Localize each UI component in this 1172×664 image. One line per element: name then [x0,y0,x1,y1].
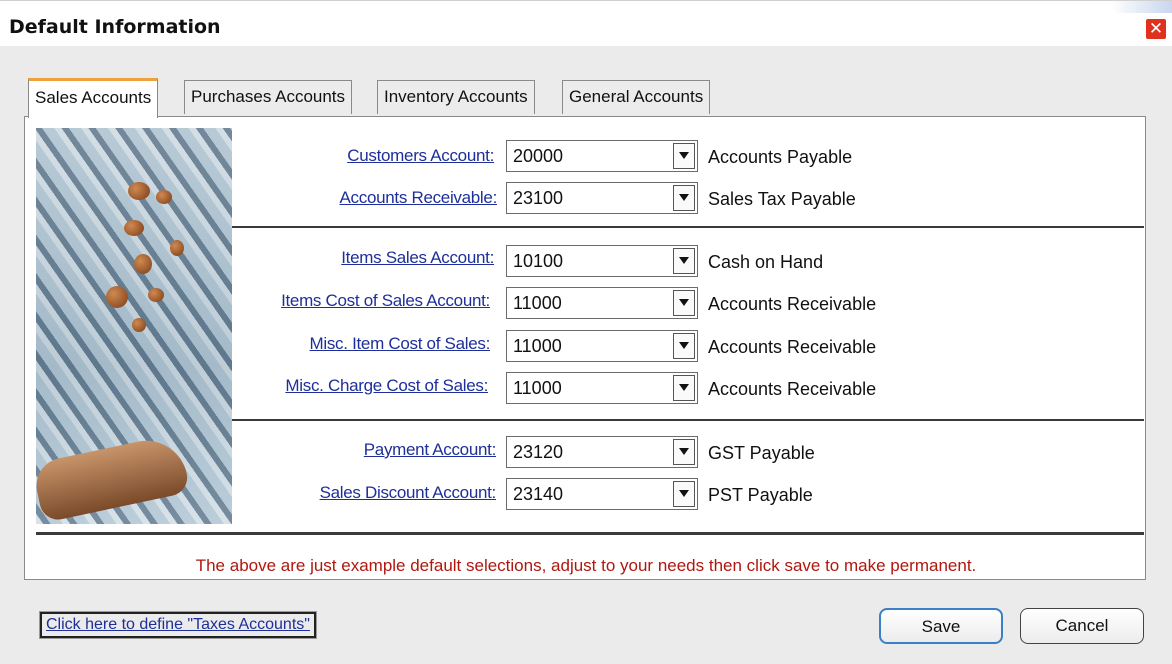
combo-value: 11000 [513,378,562,398]
combo-value: 10100 [513,251,564,271]
account-description: GST Payable [708,443,815,463]
tab-general-accounts[interactable]: General Accounts [562,80,711,114]
chevron-down-icon[interactable] [673,481,695,507]
coin-graphic [134,254,152,274]
coin-graphic [128,182,150,200]
hand-graphic [36,433,191,523]
account-description: Sales Tax Payable [708,189,856,209]
sales-discount-account-link[interactable]: Sales Discount Account: [270,483,497,503]
sales-discount-account-combo[interactable]: 23140 [506,478,698,510]
combo-value: 23100 [513,188,564,208]
account-description: Cash on Hand [708,252,824,272]
coin-graphic [132,318,146,332]
account-description: Accounts Receivable [708,294,877,314]
customers-account-link[interactable]: Customers Account: [294,146,494,166]
coin-graphic [148,288,164,302]
account-description: PST Payable [708,485,813,505]
title-bar: Default Information ✕ [0,0,1172,47]
tab-sales-accounts[interactable]: Sales Accounts [28,78,159,118]
chevron-down-icon[interactable] [673,185,695,211]
chevron-down-icon[interactable] [673,143,695,169]
panel-bottom-divider [36,532,1144,535]
items-cost-of-sales-account-link[interactable]: Items Cost of Sales Account: [240,291,490,311]
accounts-receivable-combo[interactable]: 23100 [506,182,698,214]
items-sales-account-combo[interactable]: 10100 [506,245,698,277]
instruction-note: The above are just example default selec… [195,556,977,575]
items-sales-account-link[interactable]: Items Sales Account: [280,248,494,268]
chevron-down-icon[interactable] [673,248,695,274]
combo-value: 11000 [513,336,562,356]
account-description: Accounts Payable [708,147,853,167]
customers-account-combo[interactable]: 20000 [506,140,698,172]
chevron-down-icon[interactable] [673,333,695,359]
misc-item-cost-of-sales-link[interactable]: Misc. Item Cost of Sales: [260,334,491,354]
cancel-button[interactable]: Cancel [1020,608,1144,644]
misc-charge-cost-of-sales-combo[interactable]: 11000 [506,372,698,404]
tab-inventory-accounts[interactable]: Inventory Accounts [377,80,535,114]
account-description: Accounts Receivable [708,337,877,357]
misc-item-cost-of-sales-combo[interactable]: 11000 [506,330,698,362]
chevron-down-icon[interactable] [673,290,695,316]
coin-graphic [106,286,128,308]
group-divider [232,226,1144,228]
combo-value: 23120 [513,442,564,462]
coin-graphic [124,220,144,236]
coin-graphic [170,240,184,256]
payment-account-combo[interactable]: 23120 [506,436,698,468]
group-divider [232,419,1144,421]
chevron-down-icon[interactable] [673,439,695,465]
window-title: Default Information [9,16,221,38]
define-taxes-accounts-link[interactable]: Click here to define "Taxes Accounts" [39,611,317,639]
title-bar-corner-accent [1110,1,1172,13]
items-cost-of-sales-combo[interactable]: 11000 [506,287,698,319]
accounts-receivable-link[interactable]: Accounts Receivable: [294,188,498,208]
coin-graphic [156,190,172,204]
tab-purchases-accounts[interactable]: Purchases Accounts [184,80,353,114]
chevron-down-icon[interactable] [673,375,695,401]
account-description: Accounts Receivable [708,379,877,399]
coins-in-hand-image [36,128,232,524]
payment-account-link[interactable]: Payment Account: [294,440,497,460]
combo-value: 23140 [513,484,564,504]
save-button[interactable]: Save [879,608,1003,644]
combo-value: 11000 [513,293,562,313]
combo-value: 20000 [513,146,564,166]
close-icon[interactable]: ✕ [1146,19,1166,39]
misc-charge-cost-of-sales-link[interactable]: Misc. Charge Cost of Sales: [250,376,488,396]
